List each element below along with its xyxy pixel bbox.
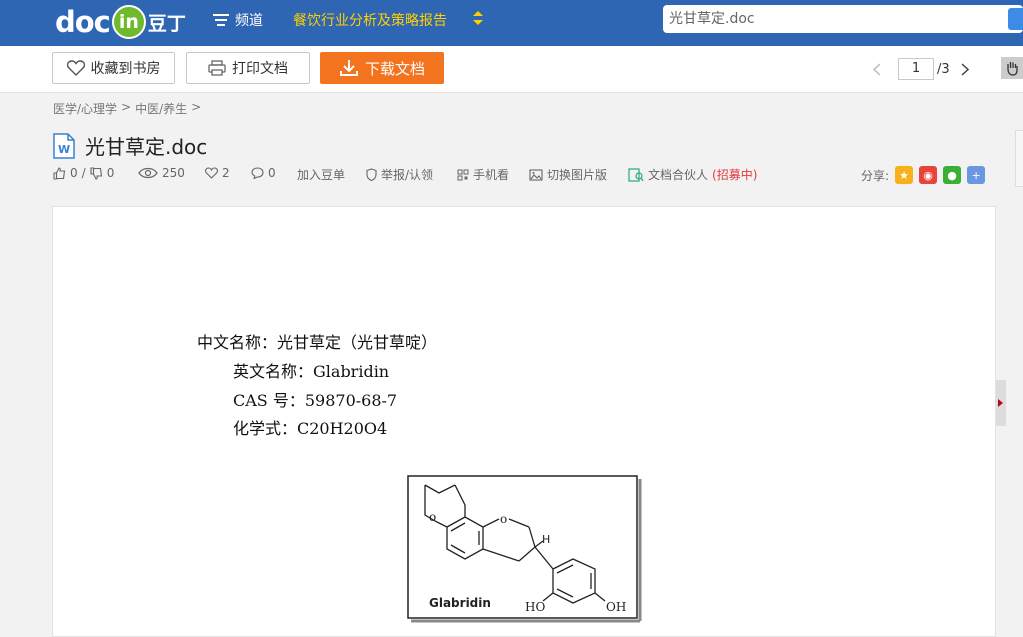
svg-text:o: o — [429, 510, 436, 524]
mobile-view-label: 手机看 — [473, 168, 510, 182]
favorites-stat[interactable]: 2 — [205, 166, 230, 180]
comment-icon — [251, 167, 264, 179]
switch-image-label: 切换图片版 — [547, 168, 608, 182]
breadcrumb-separator: > — [121, 100, 132, 114]
hydrogen-label: H — [542, 533, 550, 546]
qrcode-icon — [457, 169, 469, 180]
dislike-count: 0 — [106, 166, 115, 180]
doc-title-row: W 光甘草定.doc — [53, 131, 207, 160]
word-file-icon: W — [53, 132, 75, 159]
doc-meta-bar: 0 / 0 250 2 0 加入豆单 举报/认领 手机看 切换图片版 文档合伙人… — [53, 166, 993, 186]
comment-count: 0 — [268, 166, 276, 180]
view-count: 250 — [162, 166, 185, 180]
qzone-share-icon[interactable]: ★ — [895, 166, 914, 184]
add-to-list-link[interactable]: 加入豆单 — [297, 166, 345, 183]
hand-tool-button[interactable] — [1001, 57, 1023, 79]
mobile-view-link[interactable]: 手机看 — [457, 166, 509, 183]
prev-page-button[interactable] — [870, 60, 884, 78]
report-link[interactable]: 餐饮行业分析及策略报告 — [293, 10, 447, 30]
next-page-button[interactable] — [958, 60, 972, 78]
doc-partner-label: 文档合伙人 — [648, 168, 709, 182]
ho-label: HO — [525, 600, 545, 614]
updown-arrow-icon[interactable] — [473, 11, 483, 25]
figure-caption: Glabridin — [429, 596, 491, 610]
print-button[interactable]: 打印文档 — [186, 52, 310, 84]
logo-cn-text: 豆丁 — [147, 12, 186, 35]
heart-icon — [66, 60, 85, 76]
comments-stat[interactable]: 0 — [251, 166, 276, 180]
menu-icon — [213, 14, 229, 26]
top-bar: doc in 豆丁 频道 餐饮行业分析及策略报告 光甘草定.doc — [0, 0, 1023, 46]
page-title: 光甘草定.doc — [85, 135, 208, 159]
collect-button[interactable]: 收藏到书房 — [52, 52, 175, 84]
thumbs-up-icon — [53, 166, 66, 180]
cas-number-line: CAS 号：59870-68-7 — [233, 391, 398, 410]
switch-image-link[interactable]: 切换图片版 — [529, 166, 607, 183]
download-button[interactable]: 下载文档 — [320, 52, 444, 84]
search-button[interactable] — [1008, 8, 1023, 30]
wechat-share-icon[interactable]: ● — [943, 166, 962, 184]
report-claim-link[interactable]: 举报/认领 — [366, 166, 433, 183]
shield-icon — [366, 168, 377, 181]
thumbs-down-icon — [90, 166, 102, 180]
chevron-right-icon — [961, 62, 969, 76]
page-total: /3 — [937, 61, 950, 77]
logo-doc-text: doc — [55, 5, 111, 39]
eye-icon — [138, 167, 158, 179]
download-label: 下载文档 — [364, 59, 425, 78]
download-icon — [339, 60, 358, 76]
views-stat: 250 — [138, 166, 185, 180]
chevron-left-icon — [873, 62, 881, 76]
favorite-count: 2 — [222, 166, 230, 180]
print-label: 打印文档 — [232, 61, 288, 77]
share-label: 分享: — [861, 168, 890, 183]
svg-text:o: o — [500, 512, 507, 526]
like-stat[interactable]: 0 / 0 — [53, 166, 114, 180]
printer-icon — [208, 60, 226, 76]
site-logo[interactable]: doc in 豆丁 — [55, 2, 186, 42]
channel-label: 频道 — [235, 13, 263, 29]
expand-arrow-icon — [998, 399, 1003, 407]
pager: 1 /3 — [870, 58, 972, 80]
share-bar: 分享: ★ ◉ ● + — [861, 166, 986, 184]
side-expand-tab[interactable] — [996, 380, 1006, 426]
chinese-name-line: 中文名称：光甘草定（光甘草啶） — [197, 333, 438, 352]
search-input[interactable]: 光甘草定.doc — [663, 5, 1023, 33]
doc-partner-link[interactable]: 文档合伙人 (招募中) — [628, 166, 757, 183]
glabridin-structure-figure: o o H Glabridin HO OH — [407, 475, 642, 623]
hand-icon — [1007, 62, 1018, 76]
breadcrumb-separator: > — [191, 100, 202, 114]
collect-label: 收藏到书房 — [90, 61, 161, 77]
search-value: 光甘草定.doc — [669, 11, 755, 27]
english-name-line: 英文名称：Glabridin — [233, 362, 390, 381]
oh-label: OH — [606, 600, 626, 614]
svg-text:W: W — [58, 143, 70, 156]
heart-outline-icon — [205, 167, 218, 179]
weibo-share-icon[interactable]: ◉ — [919, 166, 938, 184]
recruiting-tag: (招募中) — [712, 168, 758, 182]
report-claim-label: 举报/认领 — [381, 168, 434, 182]
like-count: 0 — [70, 166, 78, 180]
breadcrumb-medicine[interactable]: 医学/心理学 — [53, 100, 117, 117]
more-share-icon[interactable]: + — [967, 166, 986, 184]
channel-menu[interactable]: 频道 — [213, 10, 263, 30]
side-panel-edge — [1015, 130, 1023, 187]
page-number-input[interactable]: 1 — [898, 58, 934, 80]
chemical-formula-line: 化学式：C20H20O4 — [233, 419, 388, 438]
breadcrumb: 医学/心理学 > 中医/养生 > — [53, 100, 201, 117]
breadcrumb-tcm[interactable]: 中医/养生 — [135, 100, 187, 117]
doc-toolbar: 收藏到书房 打印文档 下载文档 1 /3 — [0, 46, 1023, 93]
partner-icon — [628, 167, 644, 182]
image-icon — [529, 168, 543, 181]
like-separator: / — [81, 166, 86, 180]
logo-in-badge: in — [111, 5, 146, 39]
document-page: 中文名称：光甘草定（光甘草啶） 英文名称：Glabridin CAS 号：598… — [52, 206, 996, 637]
